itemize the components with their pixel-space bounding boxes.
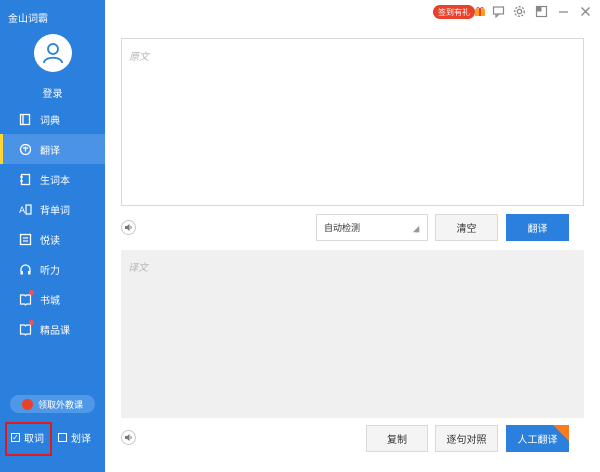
sidebar-item-listening[interactable]: 听力 [0, 254, 105, 284]
toggle-label: 取词 [24, 434, 44, 445]
promo-button[interactable]: 领取外教课 [10, 395, 95, 413]
notebook-icon [18, 172, 32, 186]
svg-text:A: A [19, 206, 26, 216]
sidebar-item-label: 词典 [40, 115, 60, 127]
copy-button[interactable]: 复制 [366, 425, 428, 452]
sidebar-item-courses[interactable]: 精品课 [0, 314, 105, 344]
sentence-compare-button[interactable]: 逐句对照 [435, 425, 498, 452]
sidebar-item-translate[interactable]: 翻译 [0, 134, 105, 164]
language-select-value: 自动检测 [324, 224, 361, 234]
speaker-icon [125, 224, 132, 231]
toggle-lookup[interactable]: ✓ 取词 [11, 430, 44, 445]
gear-icon[interactable] [513, 5, 526, 18]
minimize-icon[interactable] [557, 5, 570, 18]
user-avatar-icon [43, 43, 63, 64]
sign-in-badge[interactable]: 签到有礼 [433, 5, 475, 19]
reading-icon [18, 232, 32, 246]
feedback-icon[interactable] [492, 5, 505, 18]
speaker-icon [125, 434, 132, 441]
dropdown-corner-icon [412, 225, 420, 233]
checkbox-checked-icon[interactable]: ✓ [11, 433, 20, 442]
mini-mode-icon[interactable] [535, 5, 548, 18]
checkbox-icon[interactable] [58, 433, 67, 442]
toggle-select-translate[interactable]: 划译 [58, 430, 91, 445]
notification-dot [29, 320, 34, 325]
sidebar-item-label: 翻译 [40, 145, 60, 157]
app-title: 金山词霸 [8, 14, 48, 25]
clear-button[interactable]: 清空 [435, 214, 498, 241]
book-open-icon [18, 112, 32, 126]
sidebar-item-label: 生词本 [40, 175, 70, 187]
sidebar-item-label: 背单词 [40, 205, 70, 217]
gift-badge-icon [21, 398, 33, 410]
sidebar-item-vocabulary[interactable]: 生词本 [0, 164, 105, 194]
login-link[interactable]: 登录 [0, 85, 105, 100]
human-translate-button[interactable]: 人工翻译 [506, 425, 569, 452]
notification-dot [29, 290, 34, 295]
toggle-label: 划译 [71, 434, 91, 445]
target-speaker-button[interactable] [121, 430, 136, 445]
source-speaker-button[interactable] [121, 220, 136, 235]
source-text-input[interactable]: 原文 [121, 38, 584, 206]
sidebar-item-label: 听力 [40, 265, 60, 277]
target-text-output[interactable]: 译文 [121, 250, 584, 418]
hot-corner-badge [553, 425, 569, 441]
flashcard-icon: A [18, 202, 32, 216]
source-placeholder: 原文 [129, 52, 149, 63]
sidebar-nav: 词典 翻译 生词本 A 背单词 悦读 听力 书城 精品课 [0, 104, 105, 344]
sidebar: 金山词霸 登录 词典 翻译 生词本 A 背单词 悦读 听力 书城 精品课 领取外… [0, 0, 105, 472]
bookstore-icon [18, 290, 34, 306]
headphones-icon [18, 262, 32, 276]
course-icon [18, 320, 34, 336]
translate-button[interactable]: 翻译 [506, 214, 569, 241]
sidebar-item-dictionary[interactable]: 词典 [0, 104, 105, 134]
sidebar-item-reading[interactable]: 悦读 [0, 224, 105, 254]
sidebar-item-label: 悦读 [40, 235, 60, 247]
human-translate-label: 人工翻译 [517, 435, 558, 446]
promo-label: 领取外教课 [37, 400, 83, 411]
gift-icon[interactable] [474, 5, 486, 17]
language-select[interactable]: 自动检测 [316, 214, 428, 241]
close-icon[interactable] [579, 5, 592, 18]
sidebar-item-memorize[interactable]: A 背单词 [0, 194, 105, 224]
target-placeholder: 译文 [128, 263, 148, 274]
sidebar-item-bookstore[interactable]: 书城 [0, 284, 105, 314]
translate-icon [18, 142, 32, 156]
sidebar-item-label: 书城 [40, 295, 60, 307]
avatar[interactable] [34, 34, 72, 72]
sidebar-item-label: 精品课 [40, 325, 70, 337]
